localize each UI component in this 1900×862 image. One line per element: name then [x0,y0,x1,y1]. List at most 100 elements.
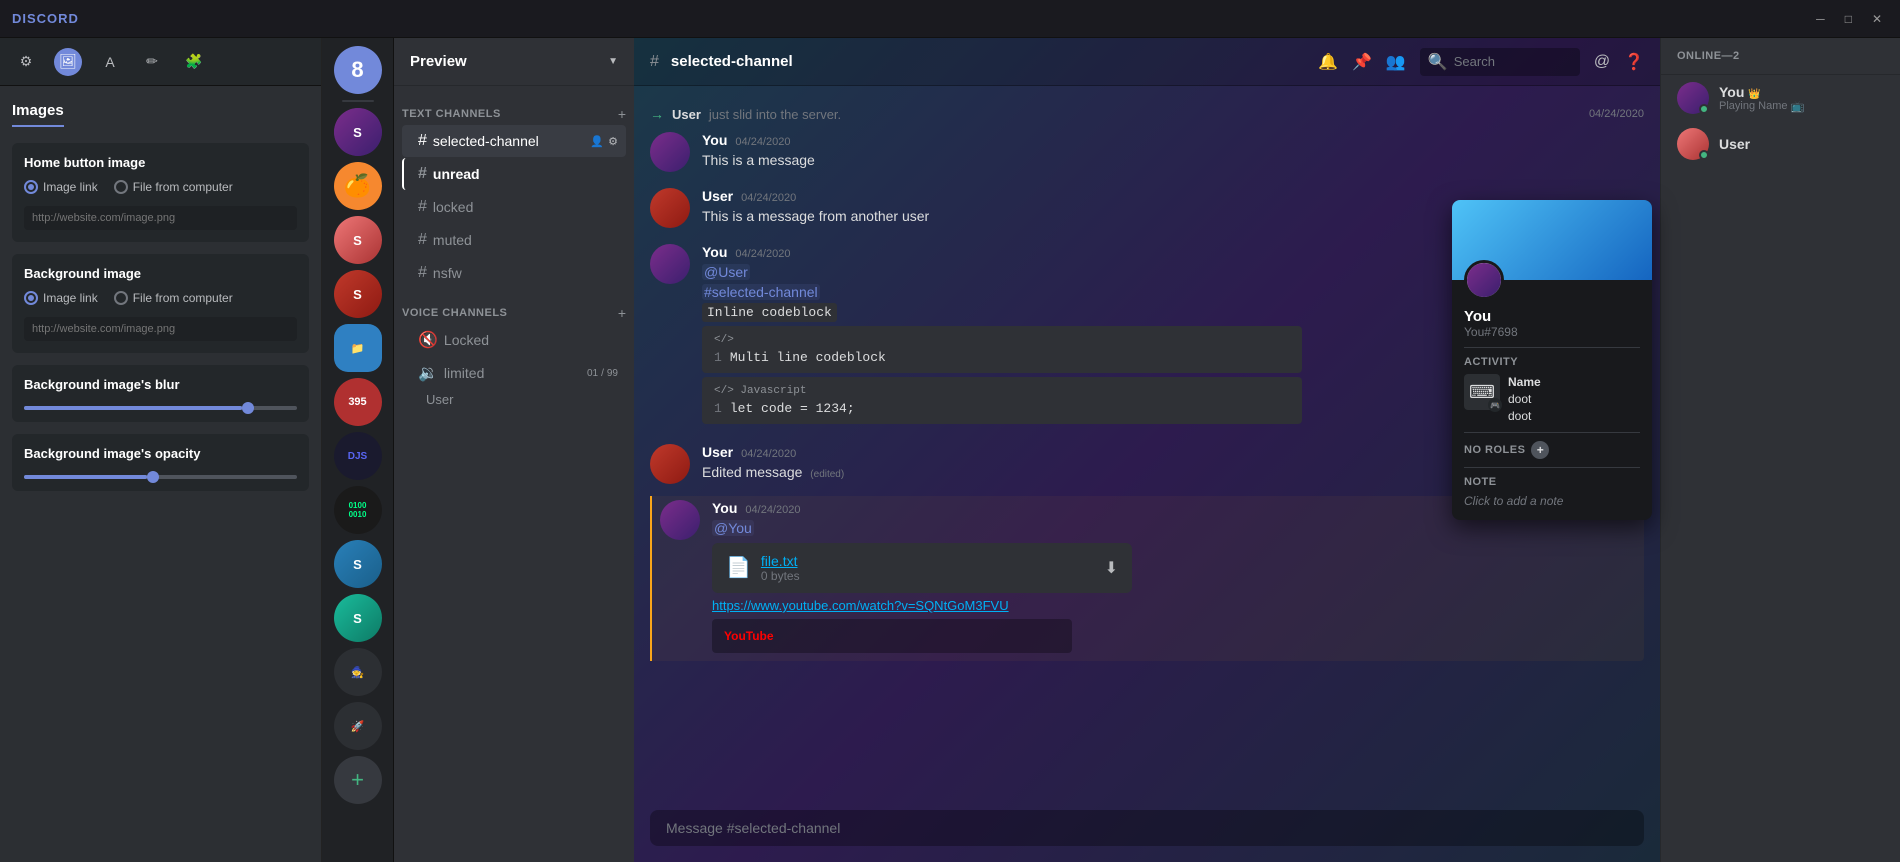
channel-item-muted[interactable]: # muted [402,224,626,256]
server-icon-s4[interactable]: S [334,270,382,318]
message-timestamp: 04/24/2020 [741,448,796,460]
channel-item-locked[interactable]: # locked [402,191,626,223]
settings-icon[interactable]: ⚙ [608,135,618,148]
edited-tag: (edited) [810,469,844,480]
channel-item-nsfw[interactable]: # nsfw [402,257,626,289]
file-icon: 📄 [726,555,751,580]
home-button-url-input[interactable] [24,206,297,230]
opacity-slider-group: Background image's opacity [12,434,309,491]
server-icon-orange[interactable]: 🍊 [334,162,382,210]
system-user: User [672,107,701,122]
server-icon-s6[interactable]: S [334,594,382,642]
blur-track [24,406,297,410]
chat-input-bar [634,794,1660,862]
brush-toolbar-icon[interactable]: ✏ [138,48,166,76]
search-box[interactable]: 🔍 [1420,48,1580,76]
server-icon-wizard[interactable]: 🧙 [334,648,382,696]
settings-section-title: Images [12,102,309,143]
maximize-button[interactable]: □ [1839,12,1858,26]
mention-user[interactable]: @User [702,264,750,280]
server-icon-s5[interactable]: S [334,540,382,588]
mention-icon[interactable]: @ [1594,53,1610,71]
image-toolbar-icon[interactable]: 🖼 [54,48,82,76]
file-name[interactable]: file.txt [761,553,800,569]
channel-item-selected-channel[interactable]: # selected-channel 👤 ⚙ [402,125,626,157]
message-timestamp: 04/24/2020 [735,136,790,148]
close-button[interactable]: ✕ [1866,12,1888,26]
member-avatar-user [1677,128,1709,160]
puzzle-toolbar-icon[interactable]: 🧩 [180,48,208,76]
blur-thumb[interactable] [242,402,254,414]
server-icon-folder[interactable]: 📁 [334,324,382,372]
profile-divider-3 [1464,467,1640,468]
help-icon[interactable]: ❓ [1624,52,1644,72]
add-user-icon[interactable]: 👤 [590,135,604,148]
settings-panel: ⚙ 🖼 A ✏ 🧩 Images Home button image Image… [0,38,322,862]
bg-image-link-radio[interactable] [24,291,38,305]
youtube-url[interactable]: https://www.youtube.com/watch?v=SQNtGoM3… [712,598,1009,613]
youtube-label: YouTube [724,629,774,643]
opacity-fill [24,475,147,479]
profile-avatar-large [1464,260,1504,300]
add-voice-channel-button[interactable]: + [618,305,626,321]
download-button[interactable]: ⬇ [1105,558,1118,578]
server-icon-s3[interactable]: S [334,216,382,264]
voice-count-current: 01 [587,368,598,379]
profile-divider-2 [1464,432,1640,433]
bg-file-radio[interactable] [114,291,128,305]
message-text: @You [712,519,1644,539]
note-input[interactable]: Click to add a note [1464,494,1640,508]
note-section: NOTE Click to add a note [1464,476,1640,508]
bg-image-link-option[interactable]: Image link [24,291,98,305]
minimize-button[interactable]: ─ [1810,12,1831,26]
message-you-3: You 04/24/2020 @You 📄 file.txt 0 bytes ⬇ [650,496,1644,661]
channel-name: selected-channel [433,133,539,149]
home-image-link-radio[interactable] [24,180,38,194]
server-icon-s1[interactable]: S [334,108,382,156]
mention-self[interactable]: @You [712,520,754,536]
chat-input[interactable] [650,810,1644,846]
server-icon-binary[interactable]: 01000010 [334,486,382,534]
background-url-input[interactable] [24,317,297,341]
server-icon-djs[interactable]: DJS [334,432,382,480]
text-channels-label[interactable]: TEXT CHANNELS [402,108,501,120]
members-icon[interactable]: 👥 [1386,52,1406,72]
chat-header-icons: 🔔 📌 👥 🔍 @ ❓ [1318,48,1644,76]
member-item-you[interactable]: You 👑 Playing Name 📺 [1665,76,1896,120]
search-input[interactable] [1454,54,1554,69]
add-server-button[interactable]: + [334,756,382,804]
gear-toolbar-icon[interactable]: ⚙ [12,48,40,76]
settings-content: Images Home button image Image link File… [0,86,321,862]
message-author: You [712,500,737,516]
channel-item-unread[interactable]: # unread [402,158,626,190]
home-image-link-option[interactable]: Image link [24,180,98,194]
add-role-button[interactable]: + [1531,441,1549,459]
home-file-radio[interactable] [114,180,128,194]
message-header: You 04/24/2020 [702,132,1644,148]
server-icon-8[interactable]: 8 [334,46,382,94]
server-name-header[interactable]: Preview ▼ [394,38,634,86]
home-file-option[interactable]: File from computer [114,180,233,194]
mention-channel[interactable]: #selected-channel [702,284,820,300]
file-size: 0 bytes [761,569,800,583]
background-radio-row: Image link File from computer [24,291,297,305]
server-icon-395[interactable]: 395 [334,378,382,426]
message-author: User [702,444,733,460]
voice-channels-label[interactable]: VOICE CHANNELS [402,307,507,319]
voice-channel-limited[interactable]: 🔉 limited 01 / 99 [402,357,626,389]
code-block-header: </> [714,334,1290,346]
text-toolbar-icon[interactable]: A [96,48,124,76]
opacity-thumb[interactable] [147,471,159,483]
system-timestamp: 04/24/2020 [1589,108,1644,120]
profile-body: You You#7698 ACTIVITY ⌨ 🎮 Name doot doot… [1452,280,1652,520]
server-icon-rocket[interactable]: 🚀 [334,702,382,750]
chat-channel-name: selected-channel [671,53,793,70]
bg-file-option[interactable]: File from computer [114,291,233,305]
add-text-channel-button[interactable]: + [618,106,626,122]
pin-icon[interactable]: 📌 [1352,52,1372,72]
bell-icon[interactable]: 🔔 [1318,52,1338,72]
member-item-user[interactable]: User [1665,122,1896,166]
voice-channel-locked[interactable]: 🔇 Locked [402,324,626,356]
message-timestamp: 04/24/2020 [741,192,796,204]
system-message: → User just slid into the server. 04/24/… [650,102,1644,126]
